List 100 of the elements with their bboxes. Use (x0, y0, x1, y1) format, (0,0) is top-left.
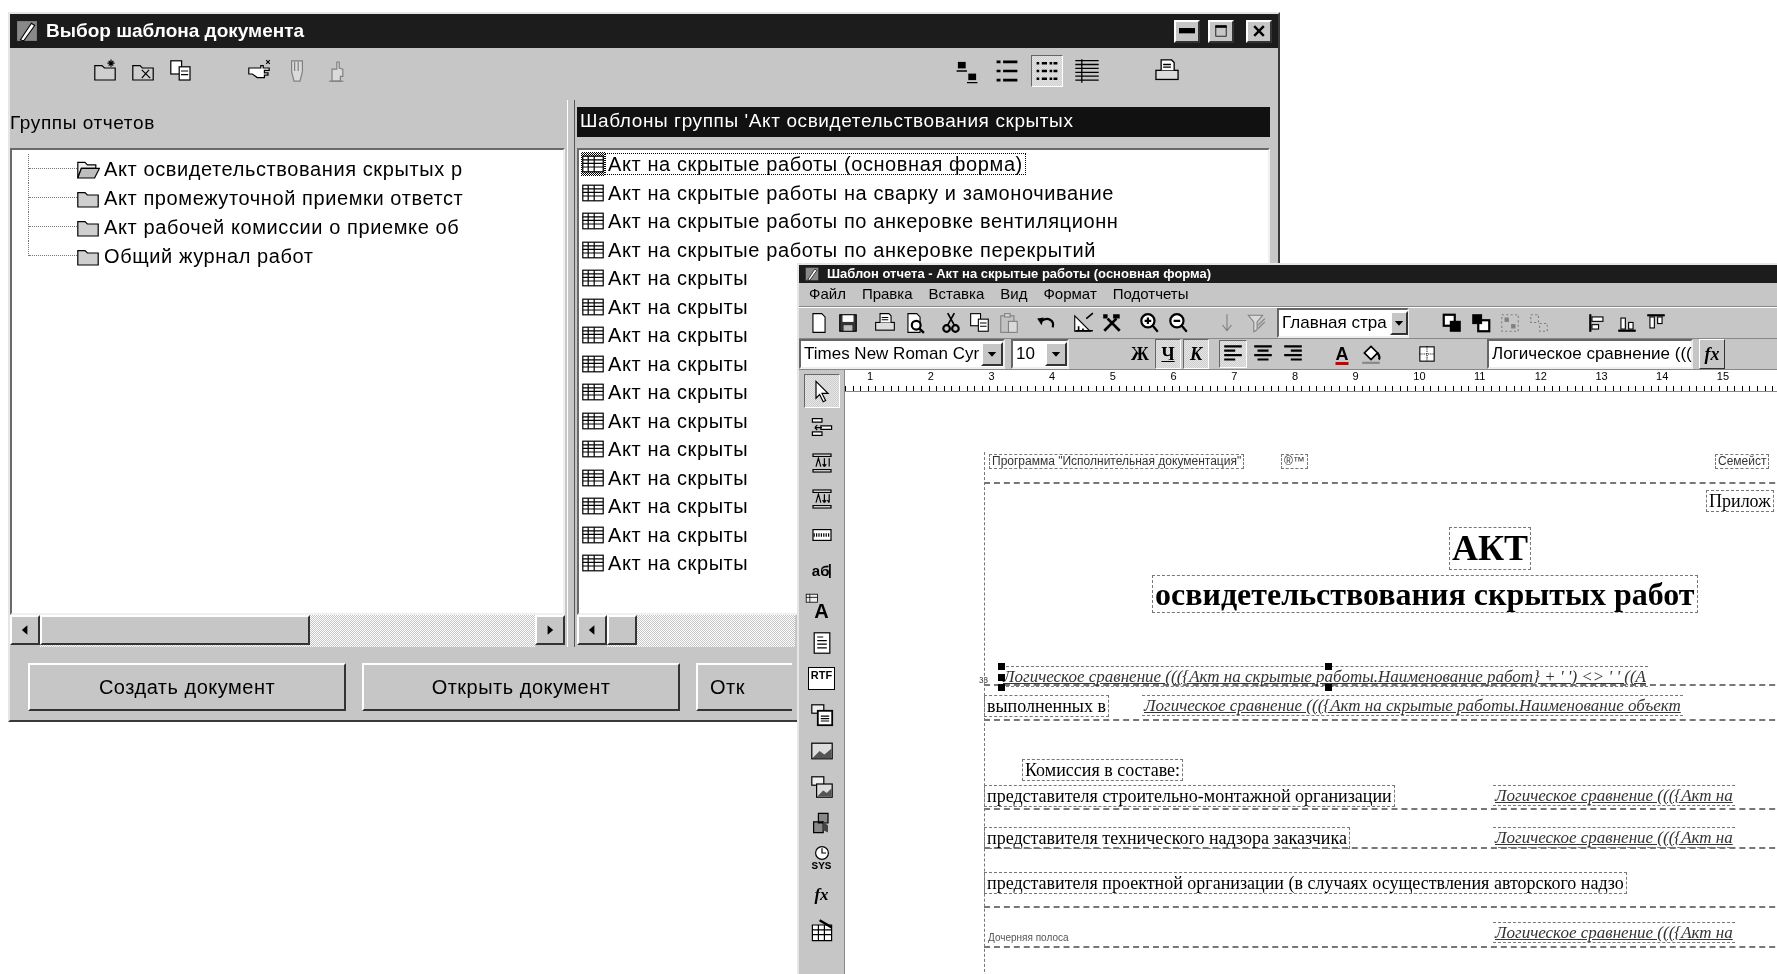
system-tool-button[interactable]: SYS (803, 841, 840, 876)
tree-item[interactable]: Общий журнал работ (104, 245, 314, 266)
ruler-number: 11 (1473, 370, 1487, 382)
scroll-right-button[interactable] (535, 615, 565, 645)
group-footer-icon (809, 486, 834, 511)
maximize-icon (1213, 23, 1229, 39)
ruler-number: 8 (1290, 370, 1299, 382)
font-color-button[interactable]: A (1329, 338, 1355, 369)
dialog-button[interactable]: Создать документ (28, 663, 346, 711)
clipboard-icon (998, 311, 1020, 334)
copy-icon (169, 59, 193, 83)
zoom-out-icon (1167, 311, 1189, 334)
report-title: АКТ (1449, 526, 1532, 570)
ruler-number: 14 (1655, 370, 1670, 382)
list-item[interactable]: Акт на скрыты (605, 267, 752, 290)
list-button[interactable] (1031, 55, 1063, 87)
list-item[interactable]: Акт на скрытые работы по анкеровке перекрытий (605, 238, 1099, 261)
copy-icon (969, 311, 991, 334)
report-label: Программа "Исполнительная документация" (989, 453, 1245, 470)
dialog-button[interactable]: Открыть документ (362, 663, 680, 711)
report-label: Прилож (1706, 489, 1774, 513)
text-tool-button[interactable]: аб (803, 553, 840, 588)
format-button[interactable]: Ж (1127, 338, 1153, 369)
ruler-number: 3 (987, 370, 996, 382)
ruler-number: 15 (1715, 370, 1731, 382)
list-item[interactable]: Акт на скрыты (605, 552, 752, 575)
scroll-left-button[interactable] (10, 615, 40, 645)
data-text-tool-button[interactable]: A (803, 589, 840, 624)
format-button[interactable]: Ч (1155, 338, 1181, 369)
minimize-button[interactable] (1174, 19, 1200, 43)
save-icon (837, 311, 859, 334)
report-field: Логическое сравнение ((({Акт на (1493, 826, 1735, 849)
maximize-button[interactable] (1208, 19, 1234, 43)
tree-item[interactable]: Акт промежуточной приемки ответст (104, 187, 464, 208)
menu-item[interactable]: Файл (801, 283, 854, 306)
ruler-number: 5 (1108, 370, 1117, 382)
scissors-icon (940, 311, 962, 334)
size-dropdown[interactable]: 10 (1011, 338, 1069, 369)
formula-button[interactable]: fx (1699, 338, 1725, 369)
minimize-icon (1179, 28, 1195, 34)
tree-item[interactable]: Акт освидетельствования скрытых р (104, 158, 463, 179)
list-item[interactable]: Акт на скрыты (605, 295, 752, 318)
details-view-icon (1074, 58, 1100, 84)
pane-splitter[interactable] (567, 100, 575, 647)
database-memo-icon (809, 702, 834, 727)
list-item[interactable]: Акт на скрытые работы на сварку и замоночивание (605, 181, 1117, 204)
group-header-icon (809, 450, 834, 475)
scroll-left-button[interactable] (577, 615, 607, 645)
ruler-number: 1 (866, 370, 875, 382)
ruler-number: 10 (1412, 370, 1427, 382)
report-title: освидетельствования скрытых работ (1152, 574, 1698, 614)
ruler-number: 13 (1594, 370, 1609, 382)
page-dropdown[interactable]: Главная стра (1277, 307, 1409, 338)
close-button[interactable] (1246, 19, 1272, 43)
pointer-tool-button[interactable] (803, 373, 840, 408)
report-label: ®™ (1281, 453, 1308, 470)
list-item[interactable]: Акт на скрыты (605, 381, 752, 404)
scrollbar-thumb[interactable] (40, 615, 310, 645)
menu-item[interactable]: Вид (992, 283, 1036, 306)
new-folder-icon (93, 59, 117, 83)
list-item[interactable]: Акт на скрыты (605, 352, 752, 375)
selection-handle[interactable] (1324, 662, 1332, 670)
menu-item[interactable]: Правка (853, 283, 921, 306)
list-item[interactable]: Акт на скрыты (605, 466, 752, 489)
list-item[interactable]: Акт на скрыты (605, 495, 752, 518)
printer-icon (874, 311, 896, 334)
list-item[interactable]: Акт на скрыты (605, 438, 752, 461)
font-dropdown[interactable]: Times New Roman Cyr (799, 338, 1005, 369)
dialog-button[interactable]: Отк (696, 663, 792, 711)
send-to-back-icon (1470, 311, 1492, 334)
tree-item[interactable]: Акт рабочей комиссии о приемке об (104, 216, 460, 237)
ruler-number: 7 (1230, 370, 1239, 382)
bring-to-front-icon (1441, 311, 1463, 334)
ungroup-icon (1528, 311, 1550, 334)
menu-item[interactable]: Подотчеты (1104, 283, 1197, 306)
report-label: Семейст (1715, 453, 1770, 470)
table-icon (809, 918, 834, 943)
left-button[interactable] (1219, 339, 1247, 368)
report-field: Логическое сравнение ((({Акт на (1493, 784, 1735, 807)
menu-item[interactable]: Формат (1035, 283, 1105, 306)
scrollbar-thumb[interactable] (607, 615, 637, 645)
band-caption: зз (978, 673, 990, 685)
formula-field[interactable]: Логическое сравнение ((( (1487, 338, 1693, 369)
clock-icon (813, 845, 830, 861)
report-label: Комиссия в составе: (1022, 758, 1184, 782)
function-tool-button[interactable]: fx (803, 877, 840, 912)
menu-item[interactable]: Вставка (920, 283, 993, 306)
zoom-in-icon (1138, 311, 1160, 334)
format-button[interactable]: К (1183, 338, 1209, 369)
list-item[interactable]: Акт на скрыты (605, 523, 752, 546)
list-item[interactable]: Акт на скрытые работы по анкеровке вентиляционн (605, 210, 1122, 233)
list-item[interactable]: Акт на скрытые работы (основная форма) (605, 153, 1026, 176)
report-label: представителя строительно-монтажной организации (984, 784, 1395, 808)
pencil-logo-icon (16, 20, 38, 42)
list-item[interactable]: Акт на скрыты (605, 324, 752, 347)
ruler-number: 4 (1048, 370, 1057, 382)
pencil-logo-icon (805, 267, 819, 281)
window-title: Выбор шаблона документа (46, 18, 306, 43)
database-picture-icon (809, 774, 834, 799)
list-item[interactable]: Акт на скрыты (605, 409, 752, 432)
